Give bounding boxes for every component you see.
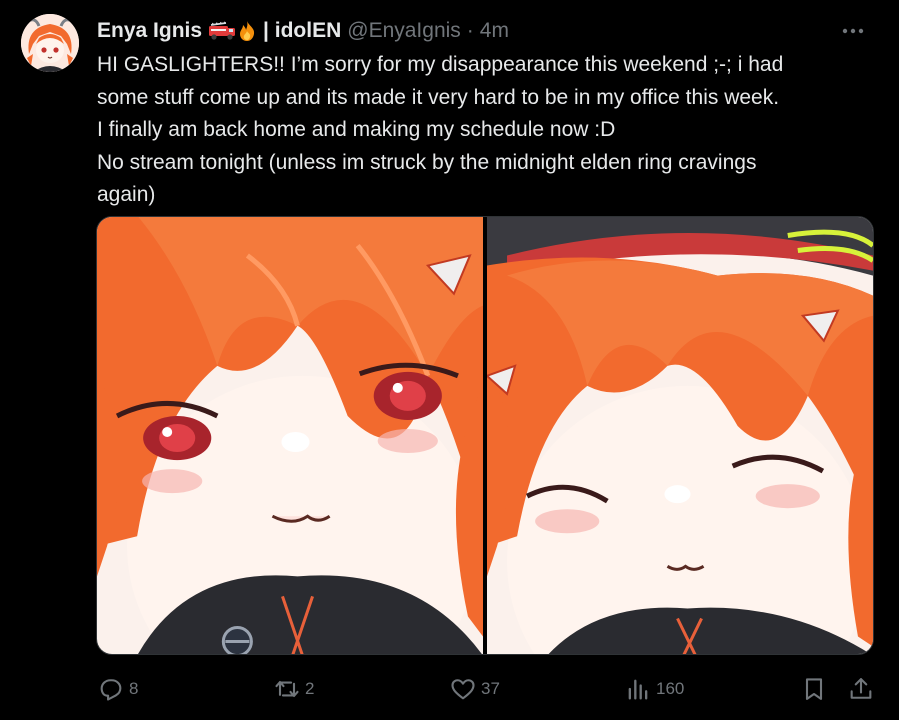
avatar[interactable] <box>21 14 79 72</box>
more-dots-icon <box>842 28 864 34</box>
media-image-1[interactable] <box>97 217 483 654</box>
tweet-text: HI GASLIGHTERS!! I’m sorry for my disapp… <box>97 49 877 212</box>
fire-truck-icon <box>209 21 236 40</box>
tweet-header: Enya Ignis | idolEN @EnyaIgnis · 4m <box>97 19 879 43</box>
anime-girl-eyes-closed-image <box>487 217 873 654</box>
reply-count: 8 <box>129 679 139 698</box>
tweet-text-line: No stream tonight (unless im struck by t… <box>97 150 757 174</box>
tweet-text-line: again) <box>97 183 156 206</box>
media-image-2[interactable] <box>487 217 873 654</box>
author-name-emoji <box>208 20 257 42</box>
anime-girl-smiling-image <box>97 217 483 654</box>
share-icon <box>850 678 872 699</box>
repost-icon <box>275 680 299 698</box>
bookmark-icon <box>805 678 823 700</box>
share-button[interactable] <box>847 672 875 706</box>
tweet-card[interactable]: Enya Ignis | idolEN @EnyaIgnis · 4m HI G… <box>0 0 899 720</box>
reply-button[interactable]: 8 <box>97 672 138 706</box>
repost-count: 2 <box>305 679 315 698</box>
author-affiliation[interactable]: | idolEN <box>263 19 341 43</box>
views-count: 160 <box>656 679 685 698</box>
views-button[interactable]: 160 <box>624 672 684 706</box>
tweet-text-line: I finally am back home and making my sch… <box>97 118 616 141</box>
reply-icon <box>100 679 122 701</box>
views-chart-icon <box>628 679 648 700</box>
repost-button[interactable]: 2 <box>273 672 314 706</box>
timestamp[interactable]: 4m <box>480 19 509 43</box>
tweet-text-line: some stuff come up and its made it very … <box>97 85 780 109</box>
like-count: 37 <box>481 679 500 698</box>
avatar-image <box>21 14 79 72</box>
fire-icon <box>240 21 255 41</box>
separator-dot: · <box>466 19 474 42</box>
action-bar: 8 2 37 160 <box>97 672 875 706</box>
author-display-name[interactable]: Enya Ignis <box>97 19 202 43</box>
bookmark-button[interactable] <box>800 672 828 706</box>
media-grid <box>96 216 874 655</box>
more-options-button[interactable] <box>835 19 871 43</box>
like-button[interactable]: 37 <box>449 672 500 706</box>
heart-icon <box>451 679 475 700</box>
tweet-text-line: HI GASLIGHTERS!! I’m sorry for my disapp… <box>97 53 784 76</box>
author-handle[interactable]: @EnyaIgnis <box>347 19 461 43</box>
